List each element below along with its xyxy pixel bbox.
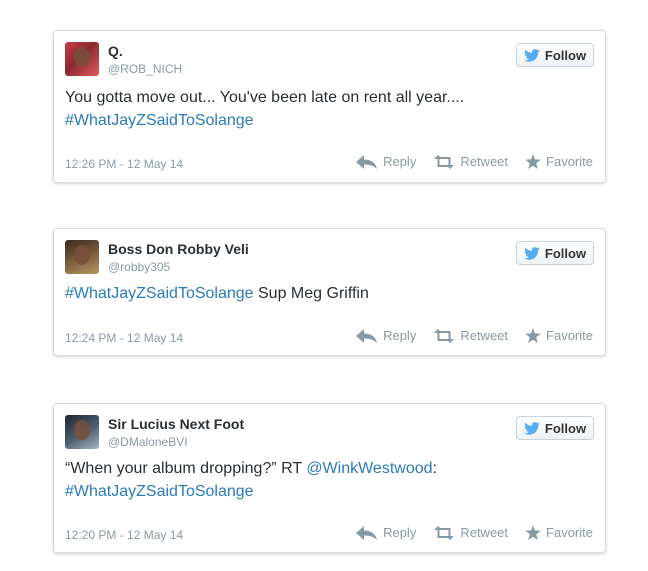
reply-icon — [356, 154, 378, 169]
mention-link[interactable]: @WinkWestwood — [306, 460, 432, 477]
retweet-button[interactable]: Retweet — [433, 328, 508, 343]
retweet-icon — [434, 154, 455, 169]
avatar[interactable] — [65, 240, 99, 274]
favorite-button[interactable]: Favorite — [525, 525, 593, 540]
twitter-bird-icon — [524, 421, 540, 435]
tweet-text: #WhatJayZSaidToSolange Sup Meg Griffin — [65, 285, 369, 302]
retweet-button[interactable]: Retweet — [433, 154, 508, 169]
follow-label: Follow — [544, 47, 587, 63]
follow-button[interactable]: Follow — [516, 241, 594, 265]
retweet-icon — [434, 525, 455, 540]
avatar[interactable] — [65, 42, 99, 76]
user-display-name[interactable]: Sir Lucius Next Foot — [108, 416, 244, 432]
twitter-bird-icon — [524, 48, 540, 62]
user-display-name[interactable]: Boss Don Robby Veli — [108, 241, 249, 257]
user-handle[interactable]: @ROB_NICH — [108, 62, 182, 76]
tweet-actions: Reply Retweet Favorite — [339, 328, 593, 343]
star-icon — [525, 328, 541, 343]
user-handle[interactable]: @DMaloneBVI — [108, 435, 188, 449]
favorite-button[interactable]: Favorite — [525, 154, 593, 169]
retweet-button[interactable]: Retweet — [433, 525, 508, 540]
timestamp-link[interactable]: 12:20 PM - 12 May 14 — [65, 528, 183, 542]
user-display-name[interactable]: Q. — [108, 43, 123, 59]
follow-button[interactable]: Follow — [516, 416, 594, 440]
follow-label: Follow — [544, 420, 587, 436]
follow-button[interactable]: Follow — [516, 43, 594, 67]
follow-label: Follow — [544, 245, 587, 261]
tweet-text: You gotta move out... You've been late o… — [65, 89, 465, 129]
avatar[interactable] — [65, 415, 99, 449]
reply-icon — [356, 328, 378, 343]
star-icon — [525, 525, 541, 540]
timestamp-link[interactable]: 12:26 PM - 12 May 14 — [65, 157, 183, 171]
tweet-actions: Reply Retweet Favorite — [339, 525, 593, 540]
tweet-card: Sir Lucius Next Foot @DMaloneBVI Follow … — [53, 403, 606, 553]
star-icon — [525, 154, 541, 169]
hashtag-link[interactable]: #WhatJayZSaidToSolange — [65, 285, 254, 302]
tweet-text: “When your album dropping?” RT @WinkWest… — [65, 460, 437, 500]
tweet-card: Boss Don Robby Veli @robby305 Follow #Wh… — [53, 228, 606, 356]
twitter-bird-icon — [524, 246, 540, 260]
timestamp-link[interactable]: 12:24 PM - 12 May 14 — [65, 331, 183, 345]
reply-button[interactable]: Reply — [356, 154, 416, 169]
favorite-button[interactable]: Favorite — [525, 328, 593, 343]
hashtag-link[interactable]: #WhatJayZSaidToSolange — [65, 483, 254, 500]
hashtag-link[interactable]: #WhatJayZSaidToSolange — [65, 112, 254, 129]
reply-button[interactable]: Reply — [356, 525, 416, 540]
tweet-actions: Reply Retweet Favorite — [339, 154, 593, 169]
reply-icon — [356, 525, 378, 540]
user-handle[interactable]: @robby305 — [108, 260, 170, 274]
tweet-card: Q. @ROB_NICH Follow You gotta move out..… — [53, 30, 606, 183]
retweet-icon — [434, 328, 455, 343]
reply-button[interactable]: Reply — [356, 328, 416, 343]
